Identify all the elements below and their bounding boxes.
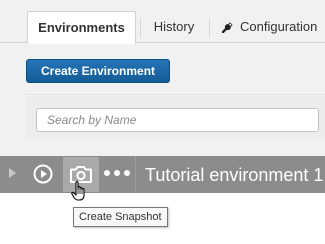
search-input[interactable] [36, 108, 319, 132]
wrench-icon [221, 22, 233, 34]
snapshot-tooltip: Create Snapshot [73, 207, 168, 227]
environment-name: Tutorial environment 1 [145, 165, 324, 185]
tab-separator [140, 18, 141, 38]
row-divider [135, 156, 136, 193]
environment-row[interactable]: Tutorial environment 1 [0, 156, 325, 193]
expand-arrow-icon[interactable] [9, 168, 16, 178]
more-icon[interactable] [104, 170, 132, 178]
hand-pointer-icon [71, 180, 85, 201]
tab-environments[interactable]: Environments [27, 11, 136, 44]
section-divider [26, 94, 325, 95]
tab-separator [209, 18, 210, 38]
tab-configuration-label: Configuration [240, 19, 318, 34]
create-environment-button[interactable]: Create Environment [26, 59, 170, 83]
tab-configuration[interactable]: Configuration [212, 11, 325, 43]
play-icon[interactable] [33, 164, 53, 184]
tab-history[interactable]: History [144, 11, 204, 43]
